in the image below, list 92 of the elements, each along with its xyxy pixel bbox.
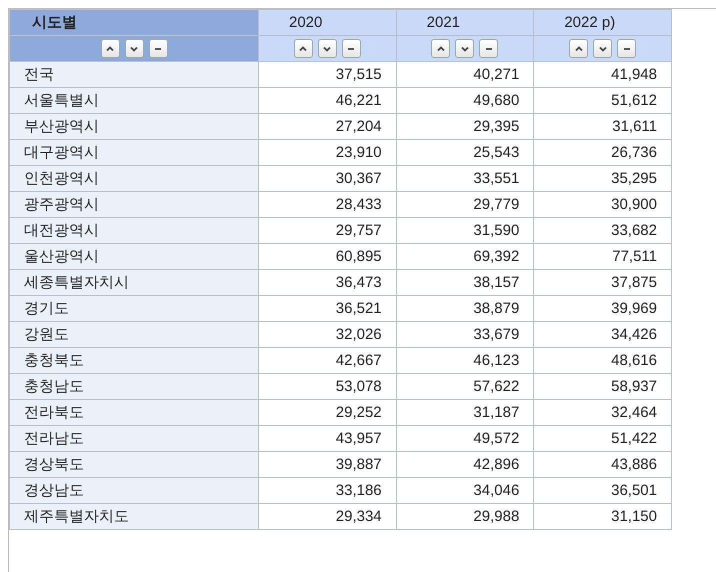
remove-sort-button[interactable] bbox=[617, 39, 636, 58]
table-cell: 33,682 bbox=[534, 218, 672, 244]
table-cell: 26,736 bbox=[534, 140, 672, 166]
row-header-cell: 전국 bbox=[10, 62, 258, 88]
table-cell: 49,572 bbox=[396, 426, 534, 452]
table-cell: 42,667 bbox=[258, 348, 396, 374]
table-cell: 30,367 bbox=[258, 166, 396, 192]
table-cell: 29,334 bbox=[258, 504, 396, 530]
table-cell: 39,969 bbox=[534, 296, 672, 322]
table-cell: 36,473 bbox=[258, 270, 396, 296]
table-cell: 48,616 bbox=[534, 348, 672, 374]
table-cell: 30,900 bbox=[534, 192, 672, 218]
table-cell: 43,957 bbox=[258, 426, 396, 452]
column-header: 2020 bbox=[258, 10, 396, 36]
table-cell: 23,910 bbox=[258, 140, 396, 166]
table-cell: 32,026 bbox=[258, 322, 396, 348]
chevron-up-icon bbox=[298, 44, 308, 54]
table-cell: 33,679 bbox=[396, 322, 534, 348]
table-cell: 38,157 bbox=[396, 270, 534, 296]
sort-descending-button[interactable] bbox=[593, 39, 612, 58]
sort-ascending-button[interactable] bbox=[294, 39, 313, 58]
remove-sort-button[interactable] bbox=[342, 39, 361, 58]
chevron-up-icon bbox=[436, 44, 446, 54]
table-cell: 31,590 bbox=[396, 218, 534, 244]
table-cell: 46,123 bbox=[396, 348, 534, 374]
row-header-cell: 강원도 bbox=[10, 322, 258, 348]
table-cell: 29,779 bbox=[396, 192, 534, 218]
table-cell: 31,150 bbox=[534, 504, 672, 530]
table-cell: 46,221 bbox=[258, 88, 396, 114]
table-cell: 51,422 bbox=[534, 426, 672, 452]
table-cell: 41,948 bbox=[534, 62, 672, 88]
row-header-cell: 세종특별자치시 bbox=[10, 270, 258, 296]
row-header-cell: 서울특별시 bbox=[10, 88, 258, 114]
row-header-cell: 전라북도 bbox=[10, 400, 258, 426]
table-cell: 28,433 bbox=[258, 192, 396, 218]
sort-descending-button[interactable] bbox=[455, 39, 474, 58]
table-cell: 60,895 bbox=[258, 244, 396, 270]
row-header-cell: 울산광역시 bbox=[10, 244, 258, 270]
row-header-cell: 충청북도 bbox=[10, 348, 258, 374]
table-cell: 34,426 bbox=[534, 322, 672, 348]
table-cell: 34,046 bbox=[396, 478, 534, 504]
row-header-cell: 경기도 bbox=[10, 296, 258, 322]
table-cell: 53,078 bbox=[258, 374, 396, 400]
sort-ascending-button[interactable] bbox=[431, 39, 450, 58]
row-header-cell: 광주광역시 bbox=[10, 192, 258, 218]
table-cell: 31,187 bbox=[396, 400, 534, 426]
remove-sort-button[interactable] bbox=[479, 39, 498, 58]
column-header: 2022 p) bbox=[534, 10, 672, 36]
row-header-cell: 대구광역시 bbox=[10, 140, 258, 166]
table-cell: 29,252 bbox=[258, 400, 396, 426]
sort-ascending-button[interactable] bbox=[100, 39, 120, 58]
column-header: 2021 bbox=[396, 10, 534, 36]
table-cell: 51,612 bbox=[534, 88, 672, 114]
table-cell: 31,611 bbox=[534, 114, 672, 140]
table-cell: 42,896 bbox=[396, 452, 534, 478]
table-cell: 58,937 bbox=[534, 374, 672, 400]
sort-descending-button[interactable] bbox=[318, 39, 337, 58]
table-cell: 29,988 bbox=[396, 504, 534, 530]
column-header: 시도별 bbox=[10, 10, 258, 36]
row-header-cell: 인천광역시 bbox=[10, 166, 258, 192]
row-header-cell: 경상북도 bbox=[10, 452, 258, 478]
table-cell: 39,887 bbox=[258, 452, 396, 478]
row-header-cell: 전라남도 bbox=[10, 426, 258, 452]
chevron-up-icon bbox=[574, 44, 584, 54]
row-header-cell: 충청남도 bbox=[10, 374, 258, 400]
table-cell: 36,521 bbox=[258, 296, 396, 322]
table-cell: 37,515 bbox=[258, 62, 396, 88]
table-cell: 38,879 bbox=[396, 296, 534, 322]
table-cell: 33,186 bbox=[258, 478, 396, 504]
table-cell: 29,757 bbox=[258, 218, 396, 244]
table-cell: 27,204 bbox=[258, 114, 396, 140]
table-cell: 33,551 bbox=[396, 166, 534, 192]
table-cell: 25,543 bbox=[396, 140, 534, 166]
row-header-cell: 경상남도 bbox=[10, 478, 258, 504]
chevron-up-icon bbox=[105, 44, 115, 54]
table-cell: 29,395 bbox=[396, 114, 534, 140]
sort-descending-button[interactable] bbox=[124, 39, 144, 58]
table-cell: 40,271 bbox=[396, 62, 534, 88]
table-cell: 32,464 bbox=[534, 400, 672, 426]
remove-sort-button[interactable] bbox=[148, 39, 168, 58]
table-cell: 43,886 bbox=[534, 452, 672, 478]
table-cell: 69,392 bbox=[396, 244, 534, 270]
table-cell: 36,501 bbox=[534, 478, 672, 504]
row-header-cell: 제주특별자치도 bbox=[10, 504, 258, 530]
row-header-cell: 부산광역시 bbox=[10, 114, 258, 140]
row-header-cell: 대전광역시 bbox=[10, 218, 258, 244]
table-cell: 77,511 bbox=[534, 244, 672, 270]
table-cell: 57,622 bbox=[396, 374, 534, 400]
table-cell: 37,875 bbox=[534, 270, 672, 296]
table-cell: 35,295 bbox=[534, 166, 672, 192]
sort-ascending-button[interactable] bbox=[569, 39, 588, 58]
table-cell: 49,680 bbox=[396, 88, 534, 114]
